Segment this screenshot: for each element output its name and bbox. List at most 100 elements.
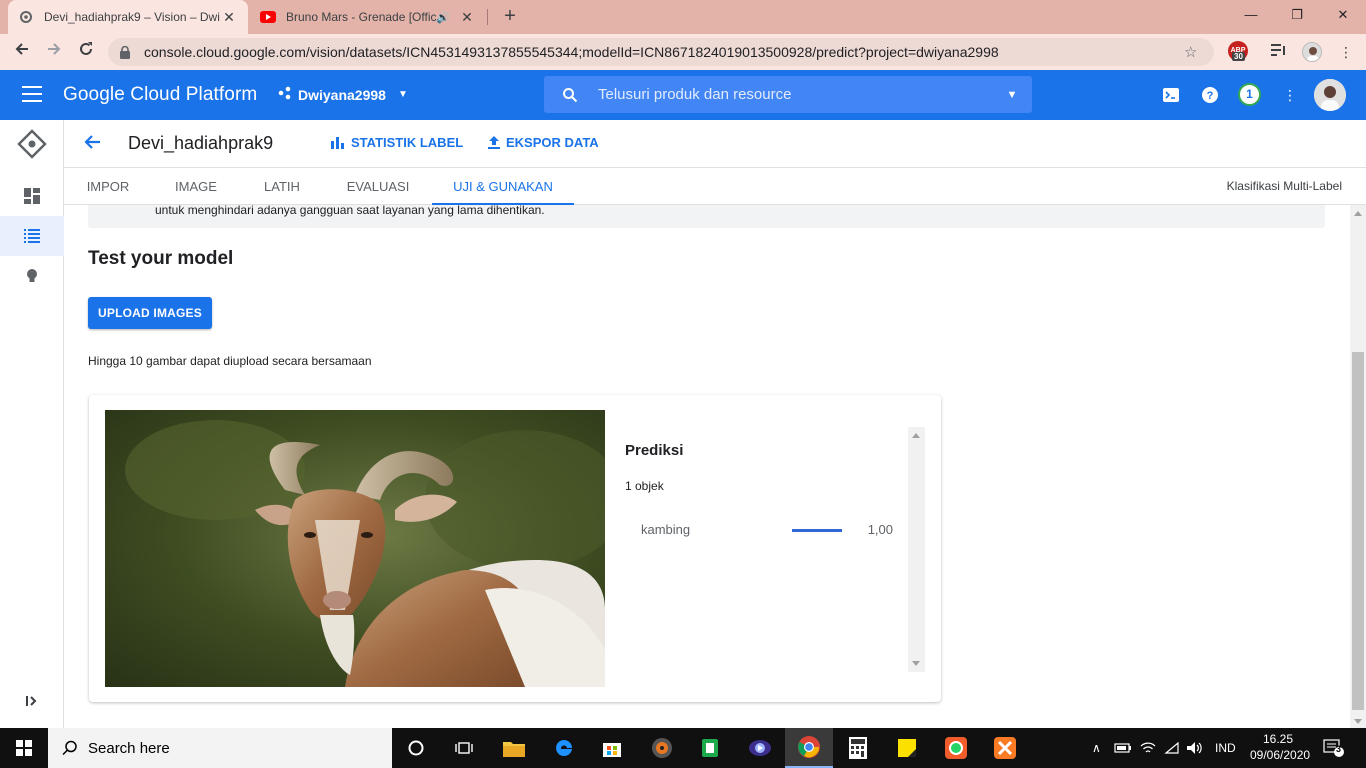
browser-toolbar: console.cloud.google.com/vision/datasets… bbox=[0, 34, 1366, 70]
dashboard-icon[interactable] bbox=[0, 176, 64, 216]
bookmark-star-icon[interactable]: ☆ bbox=[1184, 43, 1204, 61]
dataset-tabs: IMPOR IMAGE LATIH EVALUASI UJI & GUNAKAN… bbox=[64, 168, 1366, 205]
export-data-label: EKSPOR DATA bbox=[506, 135, 599, 150]
network-icon[interactable] bbox=[1140, 728, 1156, 768]
new-tab-button[interactable]: + bbox=[498, 5, 522, 29]
gcp-favicon-icon bbox=[18, 9, 34, 25]
address-bar[interactable]: console.cloud.google.com/vision/datasets… bbox=[108, 38, 1214, 66]
chrome-taskbar-icon[interactable] bbox=[785, 728, 833, 768]
browser-tab-youtube[interactable]: Bruno Mars - Grenade [Official 🔊 ✕ bbox=[250, 0, 486, 34]
project-selector[interactable]: Dwiyana2998 ▼ bbox=[278, 86, 408, 103]
account-avatar[interactable] bbox=[1314, 79, 1346, 111]
goat-photo bbox=[105, 410, 605, 687]
adblock-count-badge: 30 bbox=[1232, 52, 1245, 61]
bar-chart-icon bbox=[331, 136, 344, 149]
tab-impor[interactable]: IMPOR bbox=[76, 168, 140, 205]
minimize-button[interactable]: — bbox=[1228, 0, 1274, 30]
datasets-list-icon[interactable] bbox=[0, 216, 64, 256]
volume-icon[interactable] bbox=[1186, 728, 1204, 768]
expand-rail-icon[interactable] bbox=[0, 681, 64, 721]
browser-tab-vision[interactable]: Devi_hadiahprak9 – Vision – Dwiy ✕ bbox=[8, 0, 248, 34]
wifi-icon[interactable] bbox=[1164, 728, 1180, 768]
tab-uji-gunakan[interactable]: UJI & GUNAKAN bbox=[432, 168, 574, 205]
page-scrollbar[interactable] bbox=[1350, 205, 1366, 728]
language-indicator[interactable]: IND bbox=[1215, 728, 1236, 768]
prediction-scrollbar[interactable] bbox=[908, 427, 925, 672]
video-app-icon[interactable] bbox=[736, 728, 784, 768]
label-stats-button[interactable]: STATISTIK LABEL bbox=[331, 135, 463, 150]
chevron-down-icon: ▼ bbox=[397, 89, 408, 100]
confidence-bar-fill bbox=[792, 529, 842, 532]
scroll-down-arrow-icon[interactable] bbox=[912, 661, 920, 666]
gcp-brand[interactable]: Google Cloud Platform bbox=[63, 84, 257, 106]
back-button[interactable] bbox=[10, 40, 34, 64]
whatsapp-icon[interactable] bbox=[932, 728, 980, 768]
notepad-icon[interactable] bbox=[686, 728, 734, 768]
tray-chevron-up-icon[interactable]: ∧ bbox=[1092, 728, 1101, 768]
cortana-icon[interactable] bbox=[392, 728, 440, 768]
taskbar-search-placeholder: Search here bbox=[88, 739, 170, 757]
notifications-badge[interactable]: 1 bbox=[1238, 83, 1261, 106]
speaker-icon[interactable]: 🔊 bbox=[436, 11, 452, 24]
clock-date: 09/06/2020 bbox=[1250, 748, 1311, 762]
media-player-icon[interactable] bbox=[638, 728, 686, 768]
prediction-row: kambing 1,00 bbox=[641, 522, 911, 542]
dataset-header: Devi_hadiahprak9 STATISTIK LABEL EKSPOR … bbox=[64, 120, 1366, 168]
scrollbar-thumb[interactable] bbox=[1352, 352, 1364, 710]
section-title: Test your model bbox=[88, 248, 234, 269]
hamburger-menu-icon[interactable] bbox=[22, 86, 42, 107]
windows-start-icon[interactable] bbox=[0, 728, 48, 768]
edge-icon[interactable] bbox=[540, 728, 588, 768]
profile-avatar[interactable] bbox=[1302, 42, 1322, 62]
prediction-score: 1,00 bbox=[867, 522, 893, 537]
scroll-up-arrow-icon[interactable] bbox=[1354, 211, 1362, 216]
store-icon[interactable] bbox=[588, 728, 636, 768]
taskbar-search-input[interactable]: Search here bbox=[48, 728, 392, 768]
battery-icon[interactable] bbox=[1114, 728, 1132, 768]
prediction-card: Prediksi 1 objek kambing 1,00 bbox=[89, 395, 941, 702]
prediction-label: kambing bbox=[641, 522, 691, 537]
lightbulb-icon[interactable] bbox=[0, 256, 64, 296]
media-queue-icon[interactable] bbox=[1268, 41, 1290, 63]
restore-button[interactable]: ❐ bbox=[1274, 0, 1320, 30]
tab-image[interactable]: IMAGE bbox=[164, 168, 228, 205]
migration-notice: untuk menghindari adanya gangguan saat l… bbox=[88, 205, 1325, 228]
project-icon bbox=[278, 86, 292, 103]
scroll-down-arrow-icon[interactable] bbox=[1354, 719, 1362, 724]
notification-count: 3 bbox=[1336, 744, 1342, 754]
browser-tab-strip: Devi_hadiahprak9 – Vision – Dwiy ✕ Bruno… bbox=[0, 0, 1366, 34]
system-clock[interactable]: 16.25 09/06/2020 bbox=[1250, 731, 1311, 763]
task-view-icon[interactable] bbox=[440, 728, 488, 768]
action-center-icon[interactable]: 3 bbox=[1323, 728, 1345, 768]
file-explorer-icon[interactable] bbox=[490, 728, 538, 768]
tab-close-icon[interactable]: ✕ bbox=[458, 9, 476, 26]
chevron-down-icon[interactable]: ▼ bbox=[992, 89, 1032, 101]
tab-evaluasi[interactable]: EVALUASI bbox=[338, 168, 418, 205]
chrome-menu-icon[interactable]: ⋮ bbox=[1335, 41, 1357, 63]
sticky-notes-icon[interactable] bbox=[883, 728, 931, 768]
project-name: Dwiyana2998 bbox=[298, 86, 386, 103]
upload-images-button[interactable]: UPLOAD IMAGES bbox=[88, 297, 212, 329]
browser-tab-title: Devi_hadiahprak9 – Vision – Dwiy bbox=[44, 10, 220, 24]
export-data-button[interactable]: EKSPOR DATA bbox=[488, 135, 599, 150]
url-text: console.cloud.google.com/vision/datasets… bbox=[144, 44, 999, 60]
tab-latih[interactable]: LATIH bbox=[250, 168, 314, 205]
classification-mode-label: Klasifikasi Multi-Label bbox=[1226, 179, 1342, 193]
tab-close-icon[interactable]: ✕ bbox=[220, 9, 238, 26]
calculator-icon[interactable] bbox=[834, 728, 882, 768]
search-input[interactable]: Telusuri produk dan resource ▼ bbox=[544, 76, 1032, 113]
close-window-button[interactable]: ✕ bbox=[1320, 0, 1366, 30]
vision-product-icon[interactable] bbox=[0, 124, 64, 164]
help-icon[interactable]: ? bbox=[1199, 84, 1221, 106]
youtube-favicon-icon bbox=[260, 9, 276, 25]
forward-button[interactable] bbox=[42, 40, 66, 64]
windows-taskbar: Search here ∧ IND 16.25 09/06/2020 3 bbox=[0, 728, 1366, 768]
confidence-bar bbox=[792, 529, 842, 532]
scroll-up-arrow-icon[interactable] bbox=[912, 433, 920, 438]
more-vert-icon[interactable]: ⋮ bbox=[1279, 84, 1301, 106]
reload-button[interactable] bbox=[74, 40, 98, 64]
xampp-icon[interactable] bbox=[981, 728, 1029, 768]
cloud-shell-icon[interactable] bbox=[1160, 84, 1182, 106]
back-arrow-icon[interactable] bbox=[82, 132, 106, 156]
label-stats-label: STATISTIK LABEL bbox=[351, 135, 464, 150]
